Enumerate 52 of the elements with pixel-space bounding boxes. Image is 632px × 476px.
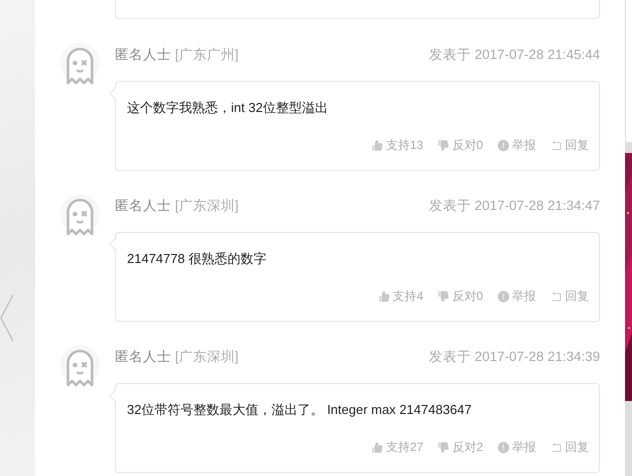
thumbs-up-icon	[370, 441, 384, 454]
chevron-left-icon[interactable]	[0, 294, 14, 342]
action-label: 反对0	[452, 137, 483, 154]
action-label: 支持4	[392, 288, 424, 305]
ghost-avatar-icon	[60, 345, 100, 389]
action-label: 反对2	[452, 439, 483, 456]
action-label: 回复	[565, 288, 589, 305]
author-location: [广东深圳]	[175, 349, 239, 364]
exclamation-icon	[497, 290, 510, 303]
ghost-avatar-icon	[60, 194, 100, 238]
comment-text: 21474778 很熟悉的数字	[127, 250, 268, 268]
action-label: 回复	[565, 439, 589, 456]
like-link[interactable]: 支持13	[370, 137, 424, 154]
report-link[interactable]: 举报	[497, 137, 536, 154]
author-name: 匿名人士	[115, 47, 171, 62]
reply-link[interactable]: 回复	[550, 439, 589, 456]
like-link[interactable]: 支持27	[370, 439, 424, 456]
action-label: 举报	[512, 288, 536, 305]
comment-text: 这个数字我熟悉，int 32位整型溢出	[127, 99, 329, 117]
report-link[interactable]: 举报	[497, 439, 536, 456]
action-label: 支持27	[386, 439, 424, 456]
like-link[interactable]: 支持4	[378, 288, 424, 305]
action-label: 举报	[512, 439, 536, 456]
author-name: 匿名人士	[115, 349, 171, 364]
action-label: 反对0	[452, 288, 483, 305]
thumbs-down-icon	[437, 441, 450, 454]
author-name: 匿名人士	[115, 198, 171, 213]
action-label: 回复	[565, 137, 589, 154]
undo-arrow-icon	[550, 139, 563, 152]
undo-arrow-icon	[550, 290, 563, 303]
thumbs-down-icon	[437, 139, 450, 152]
ghost-avatar-icon	[60, 43, 100, 87]
action-label: 举报	[512, 137, 536, 154]
comment-text: 32位带符号整数最大值，溢出了。 Integer max 2147483647	[127, 401, 473, 419]
exclamation-icon	[497, 441, 510, 454]
thumbs-up-icon	[370, 139, 384, 152]
thumbs-down-icon	[437, 290, 450, 303]
dislike-link[interactable]: 反对0	[437, 288, 483, 305]
action-label: 支持13	[386, 137, 424, 154]
reply-link[interactable]: 回复	[550, 137, 589, 154]
thumbs-up-icon	[378, 290, 391, 303]
author-location: [广东广州]	[175, 47, 239, 62]
dislike-link[interactable]: 反对0	[437, 137, 483, 154]
exclamation-icon	[497, 139, 510, 152]
author-location: [广东深圳]	[175, 198, 239, 213]
dislike-link[interactable]: 反对2	[437, 439, 483, 456]
post-time: 发表于 2017-07-28 21:45:44	[428, 46, 600, 64]
post-time: 发表于 2017-07-28 21:34:47	[428, 197, 600, 215]
report-link[interactable]: 举报	[497, 288, 536, 305]
undo-arrow-icon	[550, 441, 563, 454]
reply-link[interactable]: 回复	[550, 288, 589, 305]
post-time: 发表于 2017-07-28 21:34:39	[428, 348, 600, 366]
